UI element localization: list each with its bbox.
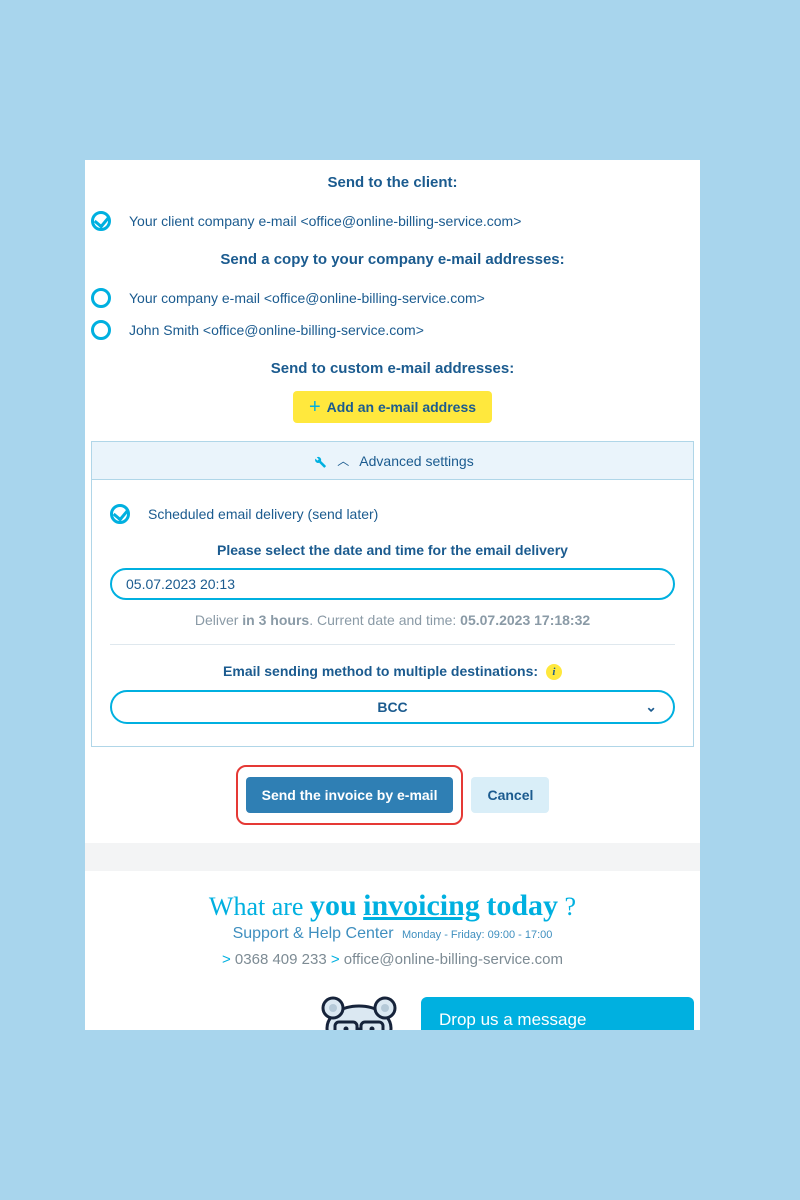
- info-icon[interactable]: i: [546, 664, 562, 680]
- sending-method-value: BCC: [377, 699, 407, 715]
- tagline: What are you invoicing today ?: [85, 889, 700, 923]
- client-email-option[interactable]: Your client company e-mail <office@onlin…: [85, 205, 700, 237]
- chat-button[interactable]: Drop us a message: [421, 997, 694, 1030]
- chevron-down-icon: ⌄: [645, 699, 657, 716]
- delivery-info-line: Deliver in 3 hours. Current date and tim…: [110, 612, 675, 628]
- send-invoice-button[interactable]: Send the invoice by e-mail: [246, 777, 454, 813]
- company-email-option[interactable]: Your company e-mail <office@online-billi…: [85, 282, 700, 314]
- scheduled-delivery-label: Scheduled email delivery (send later): [148, 506, 378, 522]
- support-label[interactable]: Support & Help Center: [233, 925, 394, 942]
- deliver-mid: . Current date and time:: [309, 612, 460, 628]
- user-email-option[interactable]: John Smith <office@online-billing-servic…: [85, 314, 700, 346]
- sending-method-label: Email sending method to multiple destina…: [223, 663, 538, 679]
- advanced-settings-header[interactable]: ︿ Advanced settings: [92, 442, 693, 480]
- radio-icon: [91, 288, 111, 308]
- company-email-label: Your company e-mail <office@online-billi…: [129, 290, 485, 306]
- delivery-datetime-input[interactable]: [110, 568, 675, 600]
- client-email-label: Your client company e-mail <office@onlin…: [129, 213, 521, 229]
- actions-row: Send the invoice by e-mail Cancel: [85, 765, 700, 825]
- plus-icon: +: [309, 400, 321, 414]
- tagline-you: you: [310, 889, 357, 922]
- cancel-button[interactable]: Cancel: [471, 777, 549, 813]
- app-card: Send to the client: Your client company …: [85, 160, 700, 1030]
- deliver-now: 05.07.2023 17:18:32: [460, 612, 590, 628]
- user-email-label: John Smith <office@online-billing-servic…: [129, 322, 424, 338]
- add-email-wrap: + Add an e-mail address: [85, 391, 700, 423]
- custom-email-heading: Send to custom e-mail addresses:: [85, 360, 700, 377]
- sending-method-select[interactable]: BCC ⌄: [110, 690, 675, 724]
- divider: [110, 644, 675, 645]
- support-hours: Monday - Friday: 09:00 - 17:00: [402, 929, 552, 941]
- mascot-bear-icon: [309, 992, 409, 1030]
- tagline-part: ?: [558, 892, 576, 921]
- support-line: Support & Help Center Monday - Friday: 0…: [85, 925, 700, 943]
- sending-method-label-row: Email sending method to multiple destina…: [110, 663, 675, 680]
- chevron-right-icon: >: [222, 951, 231, 968]
- advanced-settings-label: Advanced settings: [359, 453, 473, 469]
- add-email-label: Add an e-mail address: [327, 399, 476, 415]
- check-icon: [110, 504, 130, 524]
- check-icon: [91, 211, 111, 231]
- deliver-prefix: Deliver: [195, 612, 242, 628]
- phone-number[interactable]: 0368 409 233: [235, 951, 327, 968]
- scheduled-delivery-option[interactable]: Scheduled email delivery (send later): [110, 498, 675, 530]
- advanced-settings-body: Scheduled email delivery (send later) Pl…: [92, 480, 693, 746]
- footer-strip: [85, 843, 700, 871]
- tagline-part: What are: [209, 892, 310, 921]
- advanced-settings-panel: ︿ Advanced settings Scheduled email deli…: [91, 441, 694, 747]
- date-time-heading: Please select the date and time for the …: [110, 542, 675, 558]
- footer: What are you invoicing today ? Support &…: [85, 871, 700, 1030]
- chat-area: Drop us a message: [85, 982, 700, 1030]
- radio-icon: [91, 320, 111, 340]
- add-email-button[interactable]: + Add an e-mail address: [293, 391, 492, 423]
- highlight-outline: Send the invoice by e-mail: [236, 765, 464, 825]
- contact-line: > 0368 409 233 > office@online-billing-s…: [85, 951, 700, 968]
- chevron-right-icon: >: [331, 951, 340, 968]
- wrench-icon: [311, 453, 327, 469]
- chevron-up-icon: ︿: [337, 452, 349, 469]
- send-to-client-heading: Send to the client:: [85, 174, 700, 191]
- send-copy-heading: Send a copy to your company e-mail addre…: [85, 251, 700, 268]
- tagline-invoicing: invoicing: [363, 889, 480, 922]
- deliver-hours: in 3 hours: [242, 612, 309, 628]
- contact-email[interactable]: office@online-billing-service.com: [344, 951, 563, 968]
- tagline-today: today: [486, 889, 558, 922]
